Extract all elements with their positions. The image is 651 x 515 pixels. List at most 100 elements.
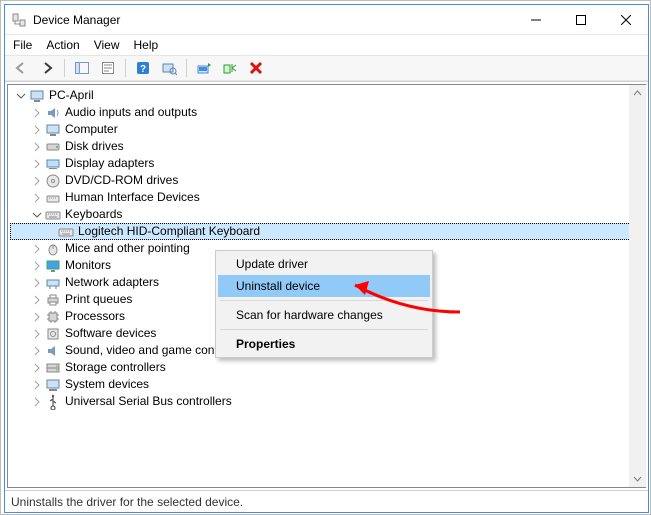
separator-icon	[186, 59, 187, 77]
separator-icon	[220, 300, 428, 301]
keyboard-icon	[45, 207, 61, 223]
tree-item-label: Storage controllers	[65, 359, 166, 376]
maximize-button[interactable]	[558, 5, 603, 34]
disk-icon	[45, 139, 61, 155]
tree-item-label: DVD/CD-ROM drives	[65, 172, 178, 189]
ctx-uninstall-device[interactable]: Uninstall device	[218, 275, 430, 297]
computer-icon	[45, 122, 61, 138]
tree-root-label: PC-April	[49, 87, 94, 104]
tree-item-label: Audio inputs and outputs	[65, 104, 197, 121]
expander-closed-icon[interactable]	[30, 310, 44, 324]
properties-button[interactable]	[96, 57, 120, 79]
audio-icon	[45, 105, 61, 121]
outer-frame: Device Manager File Action View Help	[0, 0, 651, 515]
expander-closed-icon[interactable]	[30, 344, 44, 358]
titlebar: Device Manager	[5, 5, 648, 35]
help-button[interactable]: ?	[131, 57, 155, 79]
expander-closed-icon[interactable]	[30, 378, 44, 392]
tree-root[interactable]: PC-April	[10, 87, 645, 104]
svg-text:?: ?	[140, 64, 146, 75]
monitor-icon	[45, 258, 61, 274]
expander-open-icon[interactable]	[30, 208, 44, 222]
system-icon	[45, 377, 61, 393]
tree-item-logitech-keyboard[interactable]: Logitech HID-Compliant Keyboard	[10, 223, 645, 240]
expander-closed-icon[interactable]	[30, 259, 44, 273]
enable-device-button[interactable]	[218, 57, 242, 79]
tree-item-label: Network adapters	[65, 274, 159, 291]
ctx-scan-hardware[interactable]: Scan for hardware changes	[218, 304, 430, 326]
storage-icon	[45, 360, 61, 376]
menu-help[interactable]: Help	[134, 38, 159, 52]
ctx-item-label: Update driver	[236, 257, 308, 271]
ctx-properties[interactable]: Properties	[218, 333, 430, 355]
expander-closed-icon[interactable]	[30, 106, 44, 120]
computer-icon	[29, 88, 45, 104]
vertical-scrollbar[interactable]	[629, 85, 646, 487]
display-adapter-icon	[45, 156, 61, 172]
menu-file[interactable]: File	[13, 38, 32, 52]
tree-item-storage[interactable]: Storage controllers	[10, 359, 645, 376]
expander-closed-icon[interactable]	[30, 276, 44, 290]
update-driver-button[interactable]	[192, 57, 216, 79]
app-icon	[11, 12, 27, 28]
scan-hardware-button[interactable]	[157, 57, 181, 79]
ctx-update-driver[interactable]: Update driver	[218, 253, 430, 275]
separator-icon	[64, 59, 65, 77]
tree-item-label: Display adapters	[65, 155, 154, 172]
tree-item-display[interactable]: Display adapters	[10, 155, 645, 172]
tree-item-system[interactable]: System devices	[10, 376, 645, 393]
expander-closed-icon[interactable]	[30, 361, 44, 375]
tree-item-label: Human Interface Devices	[65, 189, 200, 206]
close-button[interactable]	[603, 5, 648, 34]
expander-closed-icon[interactable]	[30, 395, 44, 409]
tree-item-computer[interactable]: Computer	[10, 121, 645, 138]
scroll-down-button[interactable]	[629, 470, 646, 487]
printer-icon	[45, 292, 61, 308]
tree-item-label: Disk drives	[65, 138, 124, 155]
dvd-icon	[45, 173, 61, 189]
toolbar: ?	[5, 55, 648, 81]
expander-closed-icon[interactable]	[30, 174, 44, 188]
tree-item-label: Keyboards	[65, 206, 122, 223]
usb-icon	[45, 394, 61, 410]
tree-item-hid[interactable]: Human Interface Devices	[10, 189, 645, 206]
show-hide-tree-button[interactable]	[70, 57, 94, 79]
network-icon	[45, 275, 61, 291]
ctx-item-label: Properties	[236, 337, 295, 351]
menu-action[interactable]: Action	[46, 38, 79, 52]
tree-item-dvd[interactable]: DVD/CD-ROM drives	[10, 172, 645, 189]
ctx-item-label: Uninstall device	[236, 279, 320, 293]
scroll-up-button[interactable]	[629, 85, 646, 102]
cpu-icon	[45, 309, 61, 325]
status-text: Uninstalls the driver for the selected d…	[11, 495, 243, 509]
tree-item-label: Print queues	[65, 291, 132, 308]
software-icon	[45, 326, 61, 342]
device-manager-window: Device Manager File Action View Help	[4, 4, 649, 513]
tree-item-label: Universal Serial Bus controllers	[65, 393, 232, 410]
tree-item-label: Computer	[65, 121, 118, 138]
tree-item-label: Logitech HID-Compliant Keyboard	[78, 223, 260, 240]
expander-closed-icon[interactable]	[30, 242, 44, 256]
expander-open-icon[interactable]	[14, 89, 28, 103]
context-menu: Update driver Uninstall device Scan for …	[215, 250, 433, 358]
tree-item-label: Monitors	[65, 257, 111, 274]
forward-button[interactable]	[35, 57, 59, 79]
separator-icon	[125, 59, 126, 77]
menu-view[interactable]: View	[94, 38, 120, 52]
mouse-icon	[45, 241, 61, 257]
expander-closed-icon[interactable]	[30, 293, 44, 307]
device-tree[interactable]: PC-April Audio inputs and outputs Comput…	[8, 85, 645, 412]
expander-closed-icon[interactable]	[30, 123, 44, 137]
tree-item-disk[interactable]: Disk drives	[10, 138, 645, 155]
tree-item-usb[interactable]: Universal Serial Bus controllers	[10, 393, 645, 410]
back-button[interactable]	[9, 57, 33, 79]
tree-item-label: Mice and other pointing	[65, 240, 190, 257]
tree-item-audio[interactable]: Audio inputs and outputs	[10, 104, 645, 121]
expander-closed-icon[interactable]	[30, 191, 44, 205]
tree-item-keyboards[interactable]: Keyboards	[10, 206, 645, 223]
expander-closed-icon[interactable]	[30, 157, 44, 171]
minimize-button[interactable]	[513, 5, 558, 34]
expander-closed-icon[interactable]	[30, 140, 44, 154]
expander-closed-icon[interactable]	[30, 327, 44, 341]
uninstall-device-button[interactable]	[244, 57, 268, 79]
